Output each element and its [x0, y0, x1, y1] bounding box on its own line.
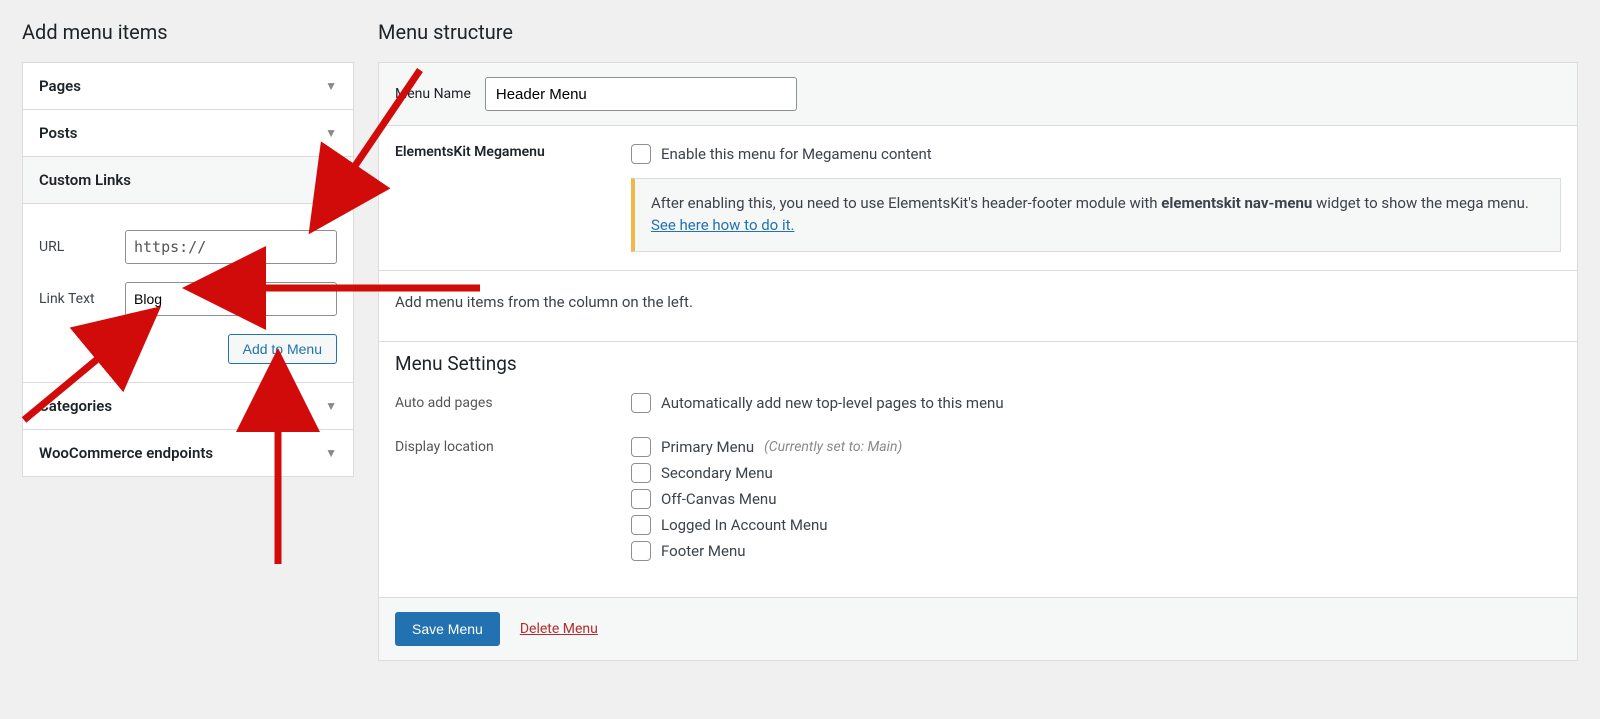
display-location-label: Display location: [395, 437, 631, 455]
enable-megamenu-label: Enable this menu for Megamenu content: [661, 145, 932, 163]
notice-text-a: After enabling this, you need to use Ele…: [651, 194, 1161, 212]
caret-down-icon: ▼: [325, 399, 337, 413]
menu-name-input[interactable]: [485, 77, 797, 111]
delete-menu-link[interactable]: Delete Menu: [520, 621, 598, 637]
menu-structure-title: Menu structure: [378, 20, 1578, 44]
caret-down-icon: ▼: [325, 446, 337, 460]
notice-link[interactable]: See here how to do it.: [651, 216, 794, 234]
menu-structure-panel: Menu Name ElementsKit Megamenu Enable th…: [378, 62, 1578, 661]
add-items-hint: Add menu items from the column on the le…: [379, 271, 1577, 321]
auto-add-checkbox-label: Automatically add new top-level pages to…: [661, 394, 1004, 412]
accordion-pages-label: Pages: [39, 77, 81, 95]
accordion-categories-label: Categories: [39, 397, 112, 415]
menu-settings-heading: Menu Settings: [379, 341, 1577, 393]
location-secondary-label: Secondary Menu: [661, 464, 773, 482]
save-menu-button[interactable]: Save Menu: [395, 612, 500, 646]
caret-down-icon: ▼: [325, 79, 337, 93]
accordion-woocommerce-label: WooCommerce endpoints: [39, 444, 213, 462]
accordion-pages[interactable]: Pages ▼: [23, 63, 353, 109]
location-logged-checkbox[interactable]: [631, 515, 651, 535]
accordion-custom-links[interactable]: Custom Links ▲: [23, 156, 353, 203]
accordion-posts[interactable]: Posts ▼: [23, 109, 353, 156]
megamenu-notice: After enabling this, you need to use Ele…: [631, 178, 1561, 252]
location-primary-label: Primary Menu: [661, 438, 754, 456]
accordion-custom-links-label: Custom Links: [39, 171, 131, 189]
url-label: URL: [39, 239, 125, 255]
location-secondary-checkbox[interactable]: [631, 463, 651, 483]
megamenu-label: ElementsKit Megamenu: [395, 144, 631, 160]
location-offcanvas-checkbox[interactable]: [631, 489, 651, 509]
accordion-categories[interactable]: Categories ▼: [23, 382, 353, 429]
auto-add-pages-label: Auto add pages: [395, 393, 631, 411]
url-input[interactable]: [125, 230, 337, 264]
location-footer-label: Footer Menu: [661, 542, 746, 560]
link-text-input[interactable]: [125, 282, 337, 316]
enable-megamenu-checkbox[interactable]: [631, 144, 651, 164]
location-logged-label: Logged In Account Menu: [661, 516, 828, 534]
add-to-menu-button[interactable]: Add to Menu: [228, 334, 337, 364]
menu-items-accordion: Pages ▼ Posts ▼ Custom Links ▲ URL: [22, 62, 354, 477]
link-text-label: Link Text: [39, 291, 125, 307]
notice-bold: elementskit nav-menu: [1161, 194, 1312, 212]
notice-text-b: widget to show the mega menu.: [1312, 194, 1529, 212]
caret-down-icon: ▼: [325, 126, 337, 140]
caret-up-icon: ▲: [325, 173, 337, 187]
location-primary-note: (Currently set to: Main): [764, 439, 902, 455]
location-offcanvas-label: Off-Canvas Menu: [661, 490, 776, 508]
add-menu-items-title: Add menu items: [22, 20, 354, 44]
accordion-woocommerce[interactable]: WooCommerce endpoints ▼: [23, 429, 353, 476]
menu-name-label: Menu Name: [395, 86, 471, 102]
accordion-posts-label: Posts: [39, 124, 77, 142]
location-primary-checkbox[interactable]: [631, 437, 651, 457]
custom-links-panel: URL Link Text Add to Menu: [23, 203, 353, 382]
location-footer-checkbox[interactable]: [631, 541, 651, 561]
auto-add-checkbox[interactable]: [631, 393, 651, 413]
